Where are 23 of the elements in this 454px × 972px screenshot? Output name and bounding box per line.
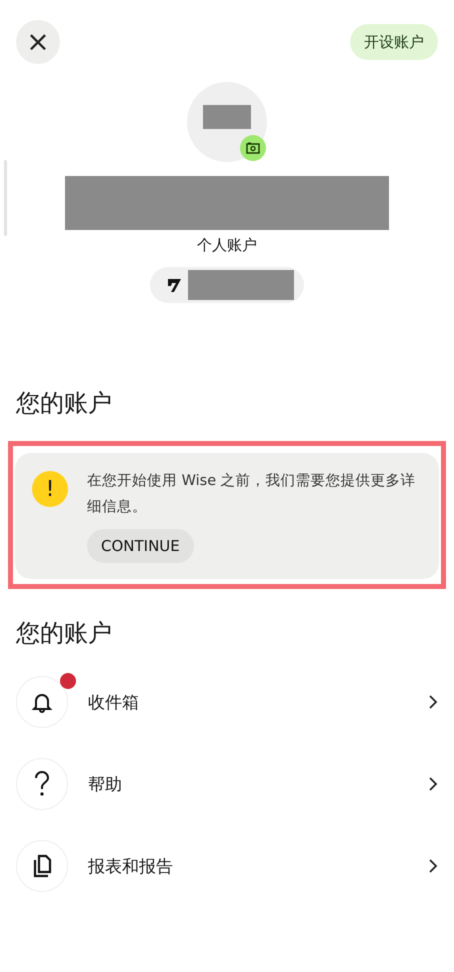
documents-icon [31,854,53,878]
chevron-right-icon [428,694,438,710]
section-heading: 您的账户 [15,618,113,649]
continue-button[interactable]: CONTINUE [87,529,194,563]
logo-icon [166,277,182,293]
notice-message: 在您开始使用 Wise 之前，我们需要您提供更多详细信息。 [87,472,417,517]
chevron-right-icon [428,776,438,792]
camera-icon [246,142,260,154]
chevron-right-icon [428,858,438,874]
warning-icon: ! [32,471,68,507]
menu-item[interactable]: 报表和报告 [88,854,428,878]
icon-circle[interactable] [16,758,68,810]
icon-circle[interactable] [16,840,68,892]
section-heading: 您的账户 [15,388,113,419]
close-button[interactable]: × [16,20,60,64]
menu-item[interactable]: 帮助 [88,772,428,796]
camera-badge[interactable] [240,135,266,161]
account-type: 个人账户 [197,236,257,255]
account-tag[interactable] [150,267,304,303]
menu-item[interactable]: 收件箱 [88,690,428,714]
redacted-block [203,105,251,129]
question-mark-icon [33,771,51,797]
open-account-button[interactable]: 开设账户 [350,24,438,60]
